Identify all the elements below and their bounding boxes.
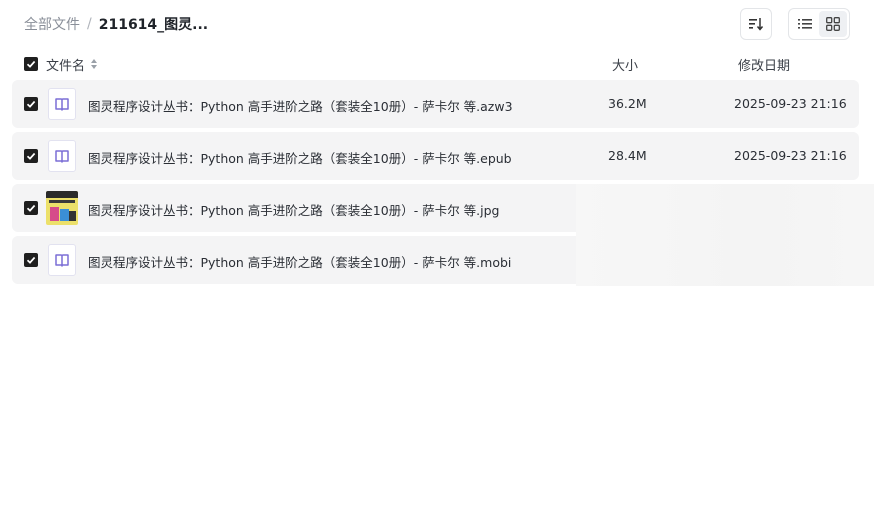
loading-overlay [576,184,874,286]
checkmark-icon [26,152,36,160]
file-modified-date: 2025-09-23 21:16 [734,148,847,163]
file-size: 28.4M [608,148,647,163]
checkmark-icon [26,256,36,264]
sort-descending-icon [749,18,764,31]
file-name[interactable]: 图灵程序设计丛书：Python 高手进阶之路（套装全10册）- 萨卡尔 等.jp… [88,200,499,219]
breadcrumb: 全部文件 / 211614_图灵... [24,14,208,34]
view-toggle [788,8,850,40]
select-all-checkbox[interactable] [24,57,38,71]
grid-view-icon [826,17,840,31]
size-column-header[interactable]: 大小 [612,55,638,74]
checkmark-icon [26,60,36,68]
image-thumbnail [46,191,78,225]
row-checkbox[interactable] [24,201,38,215]
file-row[interactable]: 图灵程序设计丛书：Python 高手进阶之路（套装全10册）- 萨卡尔 等.az… [12,80,859,128]
ebook-icon [48,140,76,172]
file-modified-date: 2025-09-23 21:16 [734,96,847,111]
row-checkbox[interactable] [24,253,38,267]
checkmark-icon [26,204,36,212]
sort-button[interactable] [740,8,772,40]
breadcrumb-separator: / [87,16,92,32]
date-column-header[interactable]: 修改日期 [738,55,790,74]
file-row[interactable]: 图灵程序设计丛书：Python 高手进阶之路（套装全10册）- 萨卡尔 等.ep… [12,132,859,180]
file-list-header: 文件名 大小 修改日期 [24,54,854,74]
file-name[interactable]: 图灵程序设计丛书：Python 高手进阶之路（套装全10册）- 萨卡尔 等.mo… [88,252,511,271]
breadcrumb-root-link[interactable]: 全部文件 [24,14,80,34]
ebook-icon [48,244,76,276]
file-size: 36.2M [608,96,647,111]
file-name[interactable]: 图灵程序设计丛书：Python 高手进阶之路（套装全10册）- 萨卡尔 等.az… [88,96,513,115]
row-checkbox[interactable] [24,149,38,163]
name-column-label: 文件名 [46,58,86,74]
breadcrumb-current-folder: 211614_图灵... [98,17,209,33]
file-name[interactable]: 图灵程序设计丛书：Python 高手进阶之路（套装全10册）- 萨卡尔 等.ep… [88,148,512,167]
row-checkbox[interactable] [24,97,38,111]
ebook-icon [48,88,76,120]
file-browser-page: 全部文件 / 211614_图灵... 文件名 大小 修改日期 图灵程序设计丛书… [0,0,874,514]
sort-toggle-icon[interactable] [90,58,98,70]
checkmark-icon [26,100,36,108]
list-view-icon [798,19,812,29]
list-view-button[interactable] [791,11,819,37]
name-column-header[interactable]: 文件名 [46,55,98,74]
grid-view-button[interactable] [819,11,847,37]
